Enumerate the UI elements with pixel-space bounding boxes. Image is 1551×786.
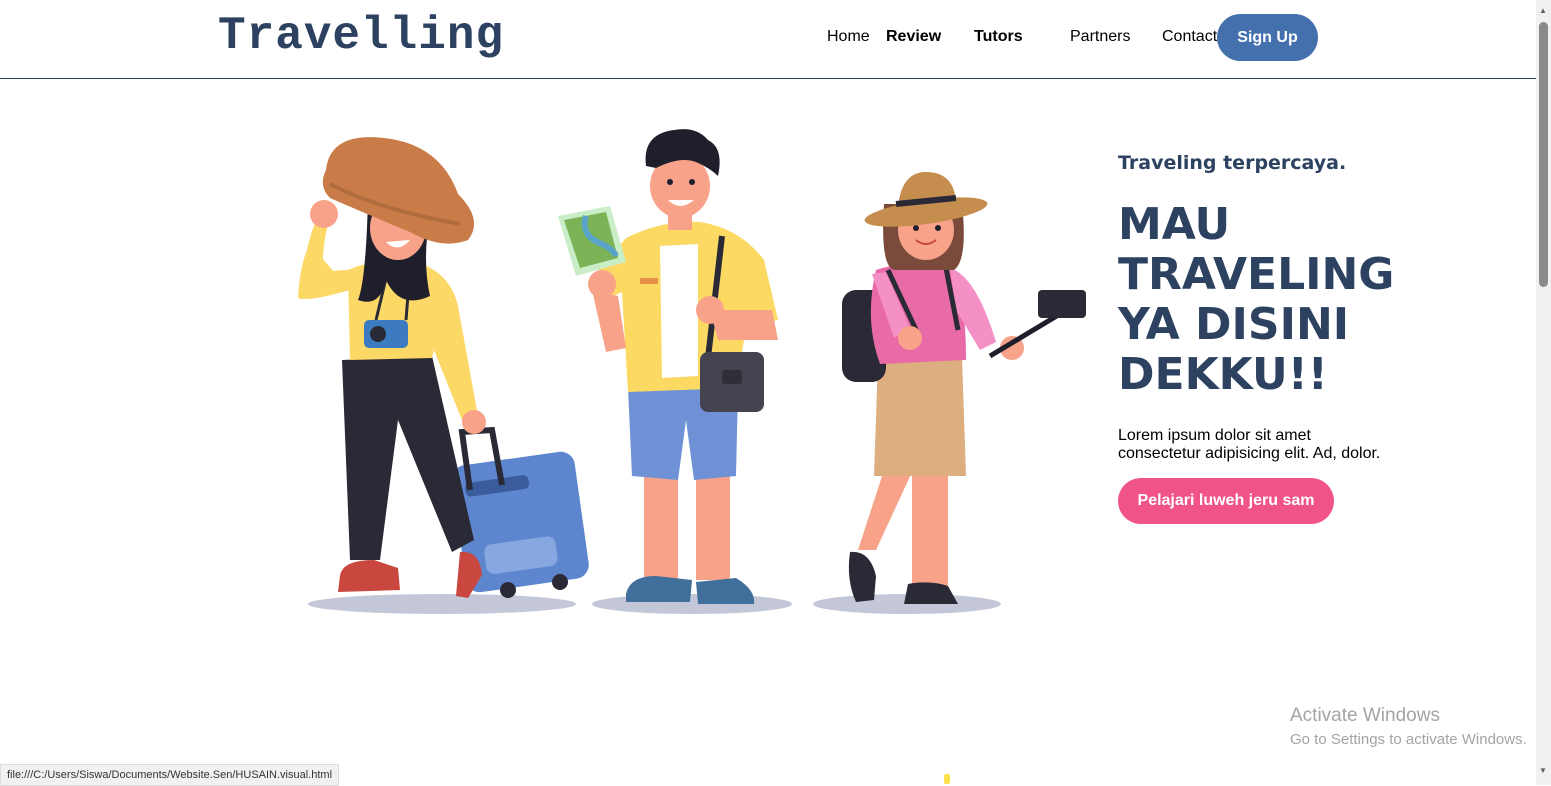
activate-title: Activate Windows bbox=[1290, 705, 1440, 726]
hero-headline: MAU TRAVELING YA DISINI DEKKU!! bbox=[1118, 199, 1395, 400]
learn-more-button[interactable]: Pelajari luweh jeru sam bbox=[1118, 478, 1334, 524]
cursor-indicator bbox=[944, 774, 950, 784]
nav-partners[interactable]: Partners bbox=[1070, 28, 1130, 46]
site-header: Travelling Home Review Tutors Partners C… bbox=[0, 0, 1536, 79]
vertical-scrollbar[interactable]: ▲ ▼ bbox=[1536, 0, 1551, 785]
scroll-up-icon[interactable]: ▲ bbox=[1539, 6, 1547, 15]
signup-button[interactable]: Sign Up bbox=[1217, 14, 1318, 61]
travelers-illustration bbox=[298, 129, 1086, 614]
nav-contact[interactable]: Contact bbox=[1162, 28, 1217, 46]
hero-tagline: Traveling terpercaya. bbox=[1118, 152, 1347, 174]
nav-home[interactable]: Home bbox=[827, 28, 870, 46]
site-logo[interactable]: Travelling bbox=[218, 10, 504, 62]
scrollbar-thumb[interactable] bbox=[1539, 22, 1548, 287]
windows-activation-watermark: Activate Windows Go to Settings to activ… bbox=[1290, 705, 1527, 748]
scroll-down-icon[interactable]: ▼ bbox=[1539, 766, 1547, 775]
activate-subtitle: Go to Settings to activate Windows. bbox=[1290, 731, 1527, 748]
status-bar-url: file:///C:/Users/Siswa/Documents/Website… bbox=[0, 764, 340, 786]
nav-review[interactable]: Review bbox=[886, 28, 941, 46]
nav-tutors[interactable]: Tutors bbox=[974, 28, 1023, 46]
hero-description: Lorem ipsum dolor sit amet consectetur a… bbox=[1118, 427, 1381, 462]
